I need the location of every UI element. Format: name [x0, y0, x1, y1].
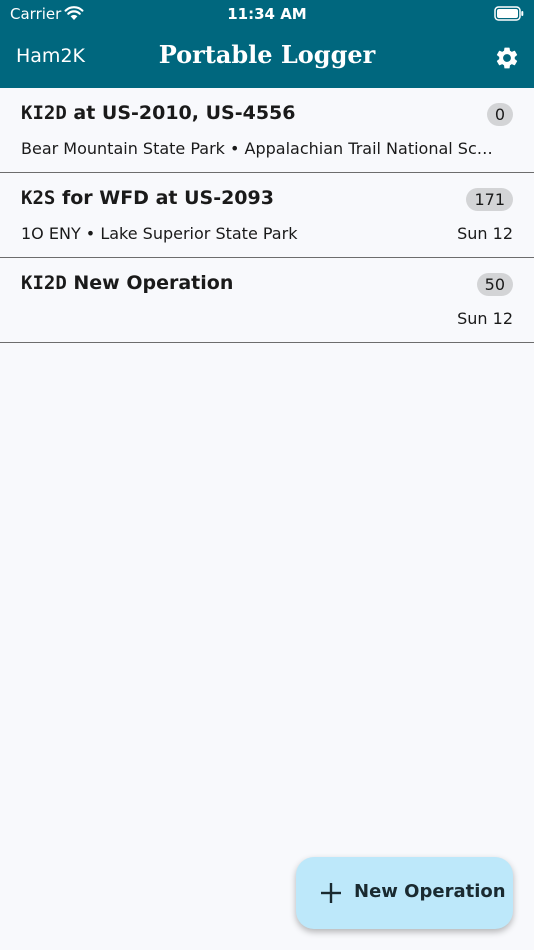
- operation-row[interactable]: KI2D New Operation 50 Sun 12: [0, 258, 534, 343]
- new-operation-button[interactable]: New Operation: [296, 857, 513, 929]
- qso-count-badge: 50: [476, 273, 513, 296]
- operation-callsign: KI2D: [21, 272, 67, 294]
- status-bar: Carrier 11:34 AM: [0, 0, 534, 28]
- operation-callsign: KI2D: [21, 102, 67, 124]
- operation-title-text: at US-2010, US-4556: [66, 102, 296, 124]
- nav-bar: Ham2K Portable Logger: [0, 28, 534, 88]
- operation-date: Sun 12: [457, 224, 513, 243]
- operation-title: KI2D New Operation: [21, 272, 233, 294]
- operation-row[interactable]: KI2D at US-2010, US-4556 0 Bear Mountain…: [0, 88, 534, 173]
- operation-subtitle: Bear Mountain State Park • Appalachian T…: [21, 139, 501, 158]
- page-title: Portable Logger: [158, 40, 376, 69]
- operation-title-text: New Operation: [66, 272, 234, 294]
- qso-count-badge: 171: [466, 188, 513, 211]
- operations-list: KI2D at US-2010, US-4556 0 Bear Mountain…: [0, 88, 534, 343]
- new-operation-label: New Operation: [354, 881, 506, 902]
- operation-callsign: K2S: [21, 187, 56, 209]
- screen: Carrier 11:34 AM Ham2K Portable Logger K…: [0, 0, 534, 950]
- gear-icon[interactable]: [494, 45, 520, 71]
- operation-title: K2S for WFD at US-2093: [21, 187, 274, 209]
- operation-title: KI2D at US-2010, US-4556: [21, 102, 296, 124]
- operation-row[interactable]: K2S for WFD at US-2093 171 1O ENY • Lake…: [0, 173, 534, 258]
- status-time: 11:34 AM: [227, 5, 307, 23]
- operation-subtitle: 1O ENY • Lake Superior State Park: [21, 224, 298, 243]
- operation-title-text: for WFD at US-2093: [55, 187, 274, 209]
- operation-date: Sun 12: [457, 309, 513, 328]
- plus-icon: [321, 883, 341, 903]
- battery-icon: [494, 6, 524, 21]
- header: Carrier 11:34 AM Ham2K Portable Logger: [0, 0, 534, 88]
- qso-count-badge: 0: [486, 103, 513, 126]
